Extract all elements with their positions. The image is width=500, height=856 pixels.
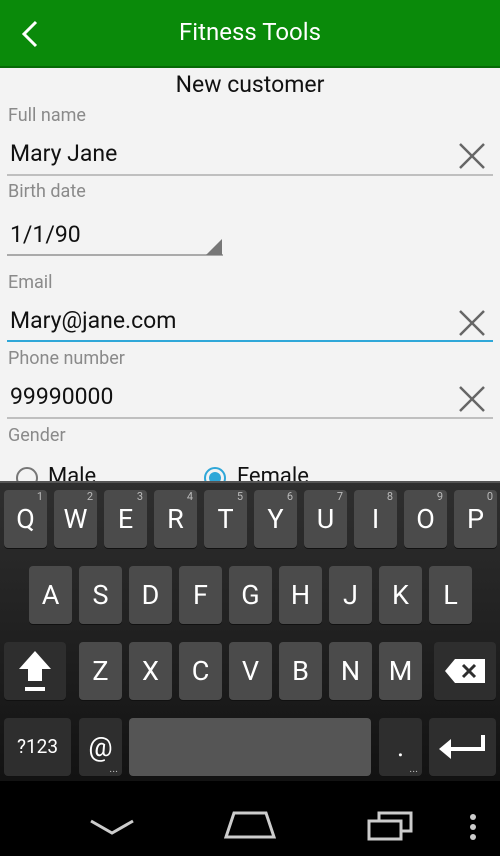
key-d[interactable]: D xyxy=(129,566,172,624)
key-j[interactable]: J xyxy=(329,566,372,624)
customer-form: New customer Full name Mary Jane Birth d… xyxy=(0,68,500,481)
backspace-icon xyxy=(445,659,485,683)
male-radio[interactable] xyxy=(16,467,38,481)
period-key[interactable]: .... xyxy=(379,718,422,776)
key-a[interactable]: A xyxy=(29,566,72,624)
email-field[interactable]: Mary@jane.com xyxy=(10,307,176,334)
shift-arrow-icon xyxy=(19,651,51,691)
key-m[interactable]: M xyxy=(379,642,422,700)
birth-date-underline xyxy=(7,254,223,256)
key-l[interactable]: L xyxy=(429,566,472,624)
recent-apps-icon[interactable] xyxy=(365,811,415,841)
key-x[interactable]: X xyxy=(129,642,172,700)
email-label: Email xyxy=(8,272,53,293)
male-label[interactable]: Male xyxy=(48,464,96,481)
email-underline xyxy=(7,340,493,342)
at-key[interactable]: @... xyxy=(79,718,122,776)
home-icon[interactable] xyxy=(224,811,276,841)
shift-key[interactable] xyxy=(4,642,66,700)
phone-field[interactable]: 99990000 xyxy=(10,383,113,410)
key-f[interactable]: F xyxy=(179,566,222,624)
clear-full-name-icon[interactable] xyxy=(457,141,487,171)
key-u[interactable]: U7 xyxy=(304,490,347,548)
key-e[interactable]: E3 xyxy=(104,490,147,548)
enter-key[interactable] xyxy=(429,718,496,776)
phone-label: Phone number xyxy=(8,348,125,369)
female-radio[interactable] xyxy=(204,467,226,481)
full-name-underline xyxy=(7,174,493,176)
app-bar: Fitness Tools xyxy=(0,0,500,68)
key-t[interactable]: T5 xyxy=(204,490,247,548)
key-o[interactable]: O9 xyxy=(404,490,447,548)
navigation-bar xyxy=(0,781,500,856)
key-p[interactable]: P0 xyxy=(454,490,497,548)
clear-email-icon[interactable] xyxy=(457,308,487,338)
key-n[interactable]: N xyxy=(329,642,372,700)
birth-date-label: Birth date xyxy=(8,181,86,202)
full-name-field[interactable]: Mary Jane xyxy=(10,140,117,167)
key-q[interactable]: Q1 xyxy=(4,490,47,548)
form-heading: New customer xyxy=(175,71,325,98)
hide-keyboard-icon[interactable] xyxy=(89,817,135,837)
key-i[interactable]: I8 xyxy=(354,490,397,548)
key-v[interactable]: V xyxy=(229,642,272,700)
female-label[interactable]: Female xyxy=(237,464,309,481)
symbols-key[interactable]: ?123 xyxy=(4,718,71,776)
backspace-key[interactable] xyxy=(434,642,496,700)
overflow-menu-icon[interactable] xyxy=(469,813,477,841)
app-title: Fitness Tools xyxy=(179,18,321,46)
key-c[interactable]: C xyxy=(179,642,222,700)
space-key[interactable] xyxy=(129,718,371,776)
enter-arrow-icon xyxy=(439,735,485,759)
key-y[interactable]: Y6 xyxy=(254,490,297,548)
key-r[interactable]: R4 xyxy=(154,490,197,548)
key-s[interactable]: S xyxy=(79,566,122,624)
dropdown-triangle-icon xyxy=(206,239,222,255)
soft-keyboard: Q1 W2 E3 R4 T5 Y6 U7 I8 O9 P0 A S D F G … xyxy=(0,481,500,781)
full-name-label: Full name xyxy=(8,105,86,126)
key-h[interactable]: H xyxy=(279,566,322,624)
gender-label: Gender xyxy=(8,425,66,446)
key-z[interactable]: Z xyxy=(79,642,122,700)
key-b[interactable]: B xyxy=(279,642,322,700)
birth-date-spinner[interactable]: 1/1/90 xyxy=(10,221,81,248)
key-w[interactable]: W2 xyxy=(54,490,97,548)
clear-phone-icon[interactable] xyxy=(457,384,487,414)
phone-underline xyxy=(7,417,493,419)
key-k[interactable]: K xyxy=(379,566,422,624)
key-g[interactable]: G xyxy=(229,566,272,624)
